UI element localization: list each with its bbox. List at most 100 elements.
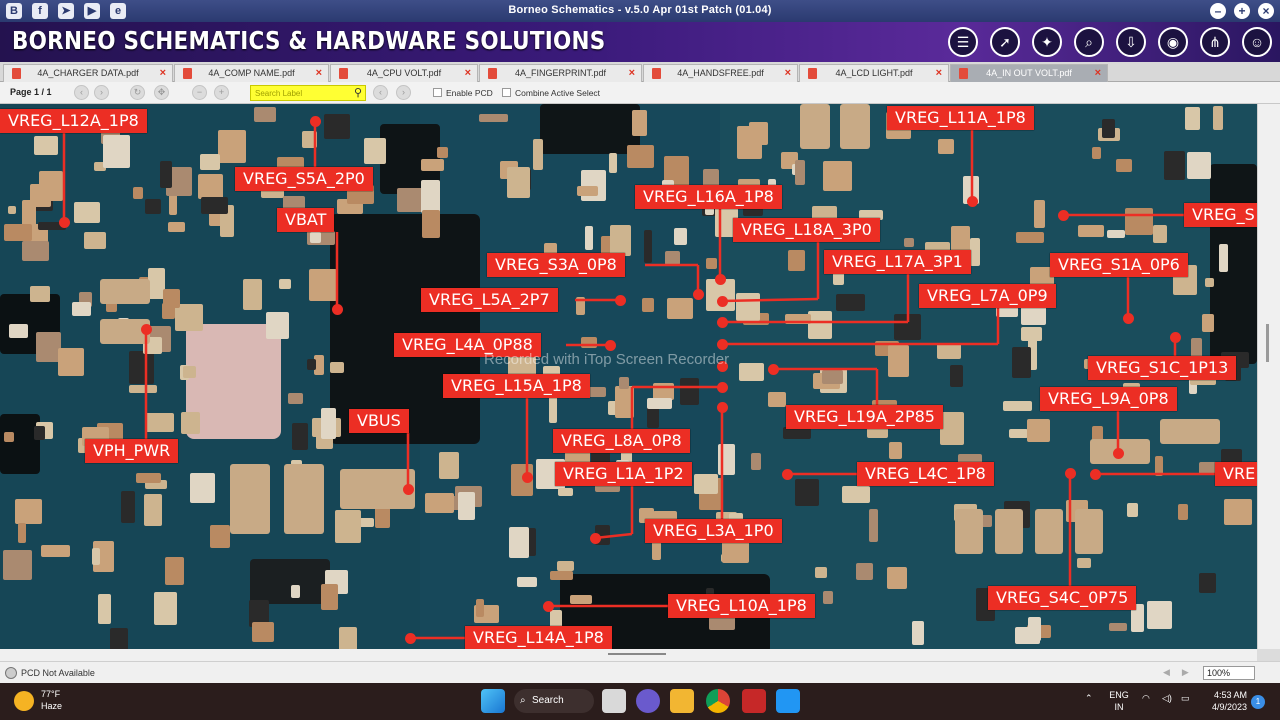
voltage-rail-label[interactable]: VREG_L8A_0P8 [553, 429, 690, 453]
voltage-rail-label[interactable]: VREG_L17A_3P1 [824, 250, 971, 274]
voltage-rail-label[interactable]: VPH_PWR [85, 439, 179, 463]
battery-icon[interactable]: ▭ [1181, 693, 1190, 704]
scroll-thumb[interactable] [608, 653, 666, 655]
test-point-dot[interactable] [405, 633, 416, 644]
voltage-rail-label[interactable]: VREG_L15A_1P8 [443, 374, 590, 398]
close-tab-icon[interactable]: × [465, 65, 471, 82]
search-icon[interactable]: ⚲ [354, 86, 362, 99]
voltage-rail-label[interactable]: VREG_S1C_1P13 [1088, 356, 1237, 380]
chrome-icon[interactable] [706, 689, 730, 713]
search-label-input[interactable] [251, 86, 347, 100]
vertical-scrollbar[interactable] [1257, 104, 1280, 649]
borneo-taskbar-icon[interactable] [776, 689, 800, 713]
voltage-rail-label[interactable]: VREG_L18A_3P0 [733, 218, 880, 242]
test-point-dot[interactable] [141, 324, 152, 335]
close-tab-icon[interactable]: × [629, 65, 635, 82]
voltage-rail-label[interactable]: VREG_L9A_0P8 [1040, 387, 1177, 411]
test-point-dot[interactable] [332, 304, 343, 315]
user-icon[interactable]: ☺ [1242, 27, 1272, 57]
page-arrows[interactable]: ◀▶ [1163, 667, 1201, 678]
voltage-rail-label[interactable]: VRE [1215, 462, 1257, 486]
close-tab-icon[interactable]: × [1095, 65, 1101, 82]
close-tab-icon[interactable]: × [785, 65, 791, 82]
test-point-dot[interactable] [59, 217, 70, 228]
voltage-rail-label[interactable]: VREG_L7A_0P9 [919, 284, 1056, 308]
test-point-dot[interactable] [1065, 468, 1076, 479]
file-explorer-icon[interactable] [670, 689, 694, 713]
combine-active-select-checkbox[interactable]: Combine Active Select [502, 88, 600, 98]
test-point-dot[interactable] [615, 295, 626, 306]
magic-wand-icon[interactable]: ✦ [1032, 27, 1062, 57]
voltage-rail-label[interactable]: VREG_L3A_1P0 [645, 519, 782, 543]
chevron-up-icon[interactable]: ⌃ [1085, 693, 1093, 704]
checkbox-box[interactable] [433, 88, 442, 97]
close-tab-icon[interactable]: × [160, 65, 166, 82]
tab-cpu-volt[interactable]: 4A_CPU VOLT.pdf × [330, 64, 478, 82]
voltage-rail-label[interactable]: VREG_L1A_1P2 [555, 462, 692, 486]
wifi-icon[interactable]: ◠ [1142, 693, 1150, 704]
volume-icon[interactable]: ◁) [1162, 693, 1172, 704]
horizontal-scrollbar[interactable] [0, 649, 1257, 661]
pcb-board-view[interactable]: VREG_L12A_1P8 VREG_S5A_2P0 VBAT VPH_PWR VBUS… [0, 104, 1257, 649]
zoom-select[interactable]: 100% [1203, 666, 1255, 680]
test-point-dot[interactable] [522, 472, 533, 483]
rotate-icon[interactable]: ↻ [130, 85, 145, 100]
voltage-rail-label[interactable]: VREG_S1A_0P6 [1050, 253, 1188, 277]
voltage-rail-label[interactable]: VREG_L5A_2P7 [421, 288, 558, 312]
pointer-icon[interactable]: ➚ [990, 27, 1020, 57]
test-point-dot[interactable] [782, 469, 793, 480]
voltage-rail-label[interactable]: VBAT [277, 208, 335, 232]
close-tab-icon[interactable]: × [316, 65, 322, 82]
voltage-rail-label[interactable]: VREG_L19A_2P85 [786, 405, 943, 429]
voltage-rail-label[interactable]: VREG_L16A_1P8 [635, 185, 782, 209]
voltage-rail-label[interactable]: VREG_L11A_1P8 [887, 106, 1034, 130]
test-point-dot[interactable] [717, 402, 728, 413]
schematic-list-icon[interactable]: ☰ [948, 27, 978, 57]
zoom-out-icon[interactable]: − [192, 85, 207, 100]
test-point-dot[interactable] [717, 382, 728, 393]
language-indicator[interactable]: ENG IN [1107, 689, 1131, 713]
zoom-search-icon[interactable]: ⌕ [1074, 27, 1104, 57]
screen-recorder-icon[interactable] [742, 689, 766, 713]
test-point-dot[interactable] [717, 317, 728, 328]
search-next-icon[interactable]: › [396, 85, 411, 100]
tab-lcd-light[interactable]: 4A_LCD LIGHT.pdf × [799, 64, 949, 82]
voltage-rail-label[interactable]: VREG_L12A_1P8 [0, 109, 147, 133]
minimize-icon[interactable]: – [1210, 3, 1226, 19]
tab-handsfree[interactable]: 4A_HANDSFREE.pdf × [643, 64, 798, 82]
voltage-rail-label[interactable]: VREG_S5A_2P0 [235, 167, 373, 191]
windows-start-icon[interactable] [481, 689, 505, 713]
close-tab-icon[interactable]: × [936, 65, 942, 82]
test-point-dot[interactable] [1113, 448, 1124, 459]
checkbox-box[interactable] [502, 88, 511, 97]
tab-in-out-volt[interactable]: 4A_IN OUT VOLT.pdf × [950, 64, 1108, 82]
next-page-icon[interactable]: › [94, 85, 109, 100]
voltage-rail-label[interactable]: VREG_S4C_0P75 [988, 586, 1137, 610]
tab-fingerprint[interactable]: 4A_FINGERPRINT.pdf × [479, 64, 642, 82]
test-point-dot[interactable] [967, 196, 978, 207]
test-point-dot[interactable] [768, 364, 779, 375]
test-point-dot[interactable] [717, 339, 728, 350]
voltage-rail-label[interactable]: VREG_L10A_1P8 [668, 594, 815, 618]
test-point-dot[interactable] [310, 116, 321, 127]
test-point-dot[interactable] [715, 274, 726, 285]
voltage-rail-label[interactable]: VREG_L4C_1P8 [857, 462, 994, 486]
test-point-dot[interactable] [1090, 469, 1101, 480]
taskbar-clock[interactable]: 4:53 AM 4/9/2023 [1203, 689, 1247, 713]
voltage-rail-label[interactable]: VREG_S3A_0P8 [487, 253, 625, 277]
voltage-rail-label[interactable]: VBUS [349, 409, 409, 433]
prev-page-icon[interactable]: ‹ [74, 85, 89, 100]
test-point-dot[interactable] [605, 340, 616, 351]
notification-badge[interactable]: 1 [1251, 695, 1265, 709]
camera-icon[interactable]: ◉ [1158, 27, 1188, 57]
maximize-icon[interactable]: + [1234, 3, 1250, 19]
tab-charger-data[interactable]: 4A_CHARGER DATA.pdf × [3, 64, 173, 82]
test-point-dot[interactable] [1123, 313, 1134, 324]
test-point-dot[interactable] [1058, 210, 1069, 221]
pan-icon[interactable]: ✥ [154, 85, 169, 100]
task-view-icon[interactable] [602, 689, 626, 713]
download-icon[interactable]: ⇩ [1116, 27, 1146, 57]
voltage-rail-label[interactable]: VREG_S [1184, 203, 1257, 227]
search-prev-icon[interactable]: ‹ [373, 85, 388, 100]
enable-pcd-checkbox[interactable]: Enable PCD [433, 88, 493, 98]
